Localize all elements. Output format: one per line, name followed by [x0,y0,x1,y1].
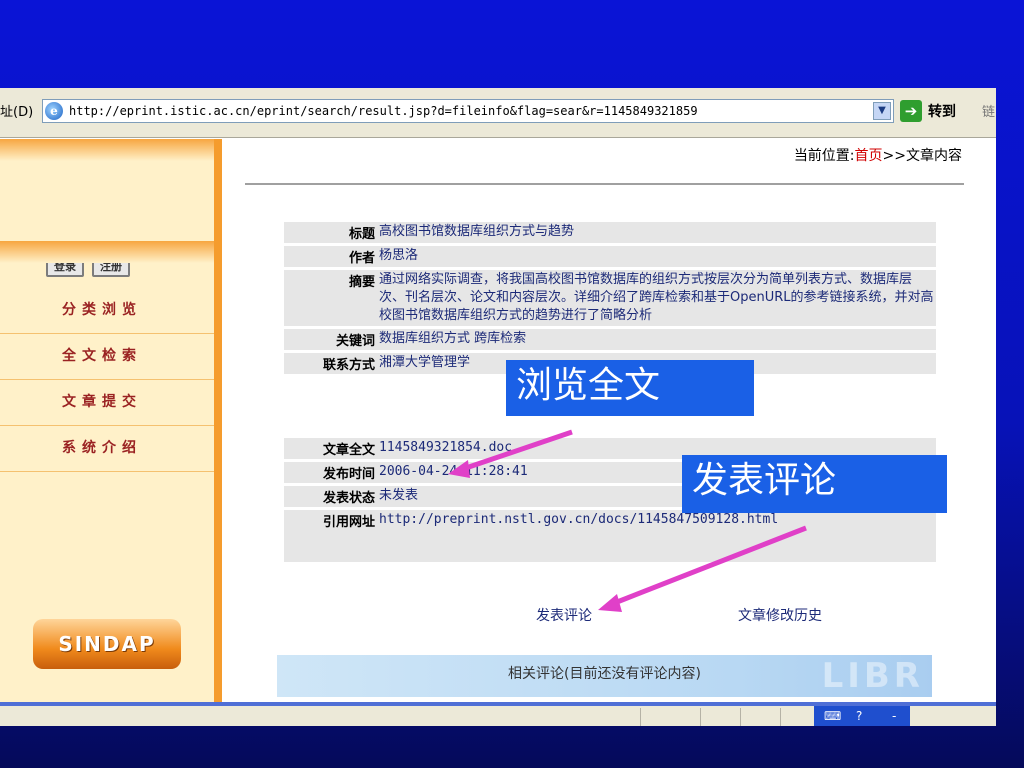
status-divider [780,708,781,726]
network-icon[interactable]: ⌨ [824,709,841,723]
sidebar-band-middle [0,241,214,263]
address-bar: 址(D) e http://eprint.istic.ac.cn/eprint/… [0,88,996,138]
libr-watermark: LIBR [821,656,924,696]
callout-browse-fulltext: 浏览全文 [506,360,754,416]
nav-item-about[interactable]: 系统介绍 [0,427,214,472]
divider [245,183,964,185]
go-label: 转到 [928,104,956,120]
system-tray: ⌨ ? - [814,706,910,726]
breadcrumb: 当前位置:首页>>文章内容 [794,145,962,165]
cite-label: 引用网址 [284,510,377,562]
keywords-value: 数据库组织方式 跨库检索 [377,329,936,350]
breadcrumb-current: >>文章内容 [882,148,962,164]
status-bar: ⌨ ? - [0,702,996,726]
chevron-down-icon[interactable]: ▼ [873,102,891,120]
contact-label: 联系方式 [284,353,377,374]
nav-item-submit[interactable]: 文章提交 [0,381,214,426]
minimize-icon[interactable]: - [892,709,896,723]
cite-link[interactable]: http://preprint.nstl.gov.cn/docs/1145847… [379,512,778,527]
sidebar: 登录 注册 分类浏览 全文检索 文章提交 系统介绍 SINDAP [0,139,222,726]
status-divider [640,708,641,726]
keywords-label: 关键词 [284,329,377,350]
help-icon[interactable]: ? [856,709,862,723]
address-input[interactable]: e http://eprint.istic.ac.cn/eprint/searc… [42,99,894,123]
author-value: 杨思洛 [377,246,936,267]
go-arrow-icon: ➔ [900,100,922,122]
revision-history-link[interactable]: 文章修改历史 [738,605,822,625]
table-row: 标题 高校图书馆数据库组织方式与趋势 [284,222,936,243]
abstract-value: 通过网络实际调查，将我国高校图书馆数据库的组织方式按层次分为简单列表方式、数据库… [377,270,936,326]
nav-item-browse[interactable]: 分类浏览 [0,289,214,334]
table-row: 作者 杨思洛 [284,246,936,267]
nav-item-fulltext-search[interactable]: 全文检索 [0,335,214,380]
status-divider [700,708,701,726]
table-row: 引用网址 http://preprint.nstl.gov.cn/docs/11… [284,510,936,562]
related-comments-text: 相关评论(目前还没有评论内容) [508,666,701,682]
related-comments-bar: 相关评论(目前还没有评论内容) LIBR [277,655,932,697]
fulltext-link[interactable]: 1145849321854.doc [379,440,512,455]
table-row: 摘要 通过网络实际调查，将我国高校图书馆数据库的组织方式按层次分为简单列表方式、… [284,270,936,326]
fulltext-label: 文章全文 [284,438,377,459]
address-url: http://eprint.istic.ac.cn/eprint/search/… [69,104,698,118]
table-row: 关键词 数据库组织方式 跨库检索 [284,329,936,350]
pubtime-label: 发布时间 [284,462,377,483]
ie-page-icon: e [45,102,63,120]
title-value: 高校图书馆数据库组织方式与趋势 [377,222,936,243]
main-content: 当前位置:首页>>文章内容 标题 高校图书馆数据库组织方式与趋势 作者 杨思洛 … [230,139,996,726]
address-label: 址(D) [0,105,34,120]
sidebar-band-top [0,139,214,161]
breadcrumb-prefix: 当前位置: [793,148,855,164]
callout-post-comment: 发表评论 [682,455,947,513]
title-label: 标题 [284,222,377,243]
breadcrumb-home-link[interactable]: 首页 [855,148,883,164]
status-divider [740,708,741,726]
links-label[interactable]: 链 [982,101,995,120]
abstract-label: 摘要 [284,270,377,326]
sindap-logo[interactable]: SINDAP [33,619,181,669]
post-comment-link[interactable]: 发表评论 [536,605,592,625]
status-label: 发表状态 [284,486,377,507]
author-label: 作者 [284,246,377,267]
browser-window: 址(D) e http://eprint.istic.ac.cn/eprint/… [0,88,996,726]
go-button[interactable]: ➔ 转到 [900,100,956,122]
